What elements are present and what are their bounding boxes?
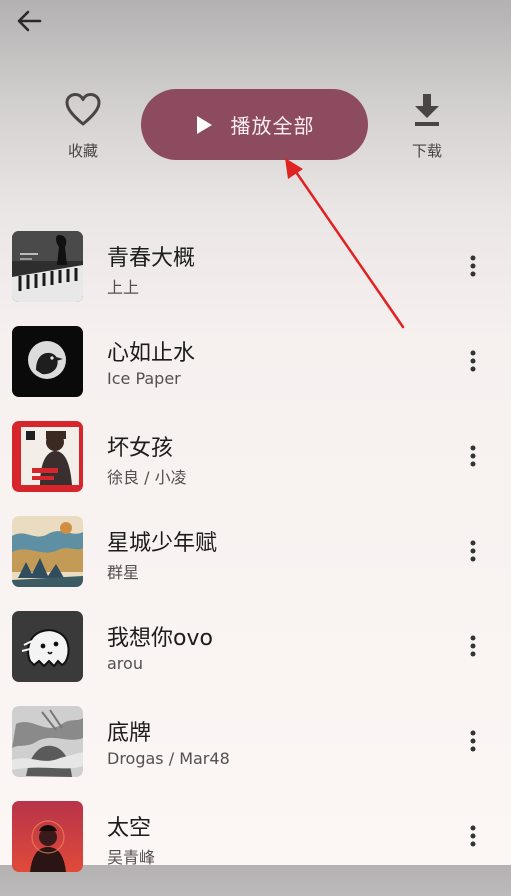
song-artist: 吴青峰 [107, 848, 156, 867]
download-label: 下载 [411, 142, 442, 160]
song-artist: 群星 [107, 563, 140, 582]
song-title: 底牌 [107, 721, 152, 746]
favorite-button[interactable]: 收藏 [48, 92, 118, 161]
song-artist: Drogas / Mar48 [107, 749, 230, 768]
song-artist: Ice Paper [107, 369, 181, 388]
more-options-button[interactable] [458, 533, 488, 569]
play-all-button[interactable]: 播放全部 [141, 89, 368, 160]
album-cover [12, 421, 83, 492]
song-row[interactable]: 太空 吴青峰 [0, 801, 511, 896]
more-vert-icon [470, 825, 476, 847]
album-cover [12, 706, 83, 777]
download-icon [415, 94, 439, 126]
more-options-button[interactable] [458, 438, 488, 474]
more-vert-icon [470, 635, 476, 657]
heart-outline-icon [65, 93, 101, 126]
arrow-left-icon [17, 10, 42, 32]
song-title: 坏女孩 [107, 436, 174, 461]
more-vert-icon [470, 445, 476, 467]
download-button[interactable]: 下载 [392, 92, 462, 161]
song-artist: 徐良 / 小凌 [107, 468, 187, 487]
song-title: 青春大概 [107, 246, 196, 271]
song-artist: arou [107, 654, 143, 673]
more-options-button[interactable] [458, 723, 488, 759]
song-artist: 上上 [107, 278, 140, 297]
song-row[interactable]: 坏女孩 徐良 / 小凌 [0, 421, 511, 516]
song-row[interactable]: 星城少年赋 群星 [0, 516, 511, 611]
song-title: 我想你ovo [107, 626, 213, 651]
song-row[interactable]: 青春大概 上上 [0, 231, 511, 326]
more-options-button[interactable] [458, 628, 488, 664]
back-button[interactable] [10, 4, 48, 38]
more-options-button[interactable] [458, 248, 488, 284]
song-title: 心如止水 [107, 341, 196, 366]
more-options-button[interactable] [458, 343, 488, 379]
song-row[interactable]: 底牌 Drogas / Mar48 [0, 706, 511, 801]
song-list: 青春大概 上上 心如止水 Ice Paper 坏女孩 徐良 / 小凌 星城少年赋… [0, 231, 511, 896]
more-options-button[interactable] [458, 818, 488, 854]
more-vert-icon [470, 540, 476, 562]
song-title: 星城少年赋 [107, 531, 218, 556]
song-row[interactable]: 心如止水 Ice Paper [0, 326, 511, 421]
play-icon [196, 115, 212, 134]
favorite-label: 收藏 [67, 142, 98, 160]
album-cover [12, 611, 83, 682]
album-cover [12, 801, 83, 872]
more-vert-icon [470, 255, 476, 277]
play-all-label: 播放全部 [230, 114, 315, 138]
album-cover [12, 516, 83, 587]
song-row[interactable]: 我想你ovo arou [0, 611, 511, 706]
song-title: 太空 [107, 816, 152, 841]
album-cover [12, 326, 83, 397]
album-cover [12, 231, 83, 302]
more-vert-icon [470, 350, 476, 372]
more-vert-icon [470, 730, 476, 752]
